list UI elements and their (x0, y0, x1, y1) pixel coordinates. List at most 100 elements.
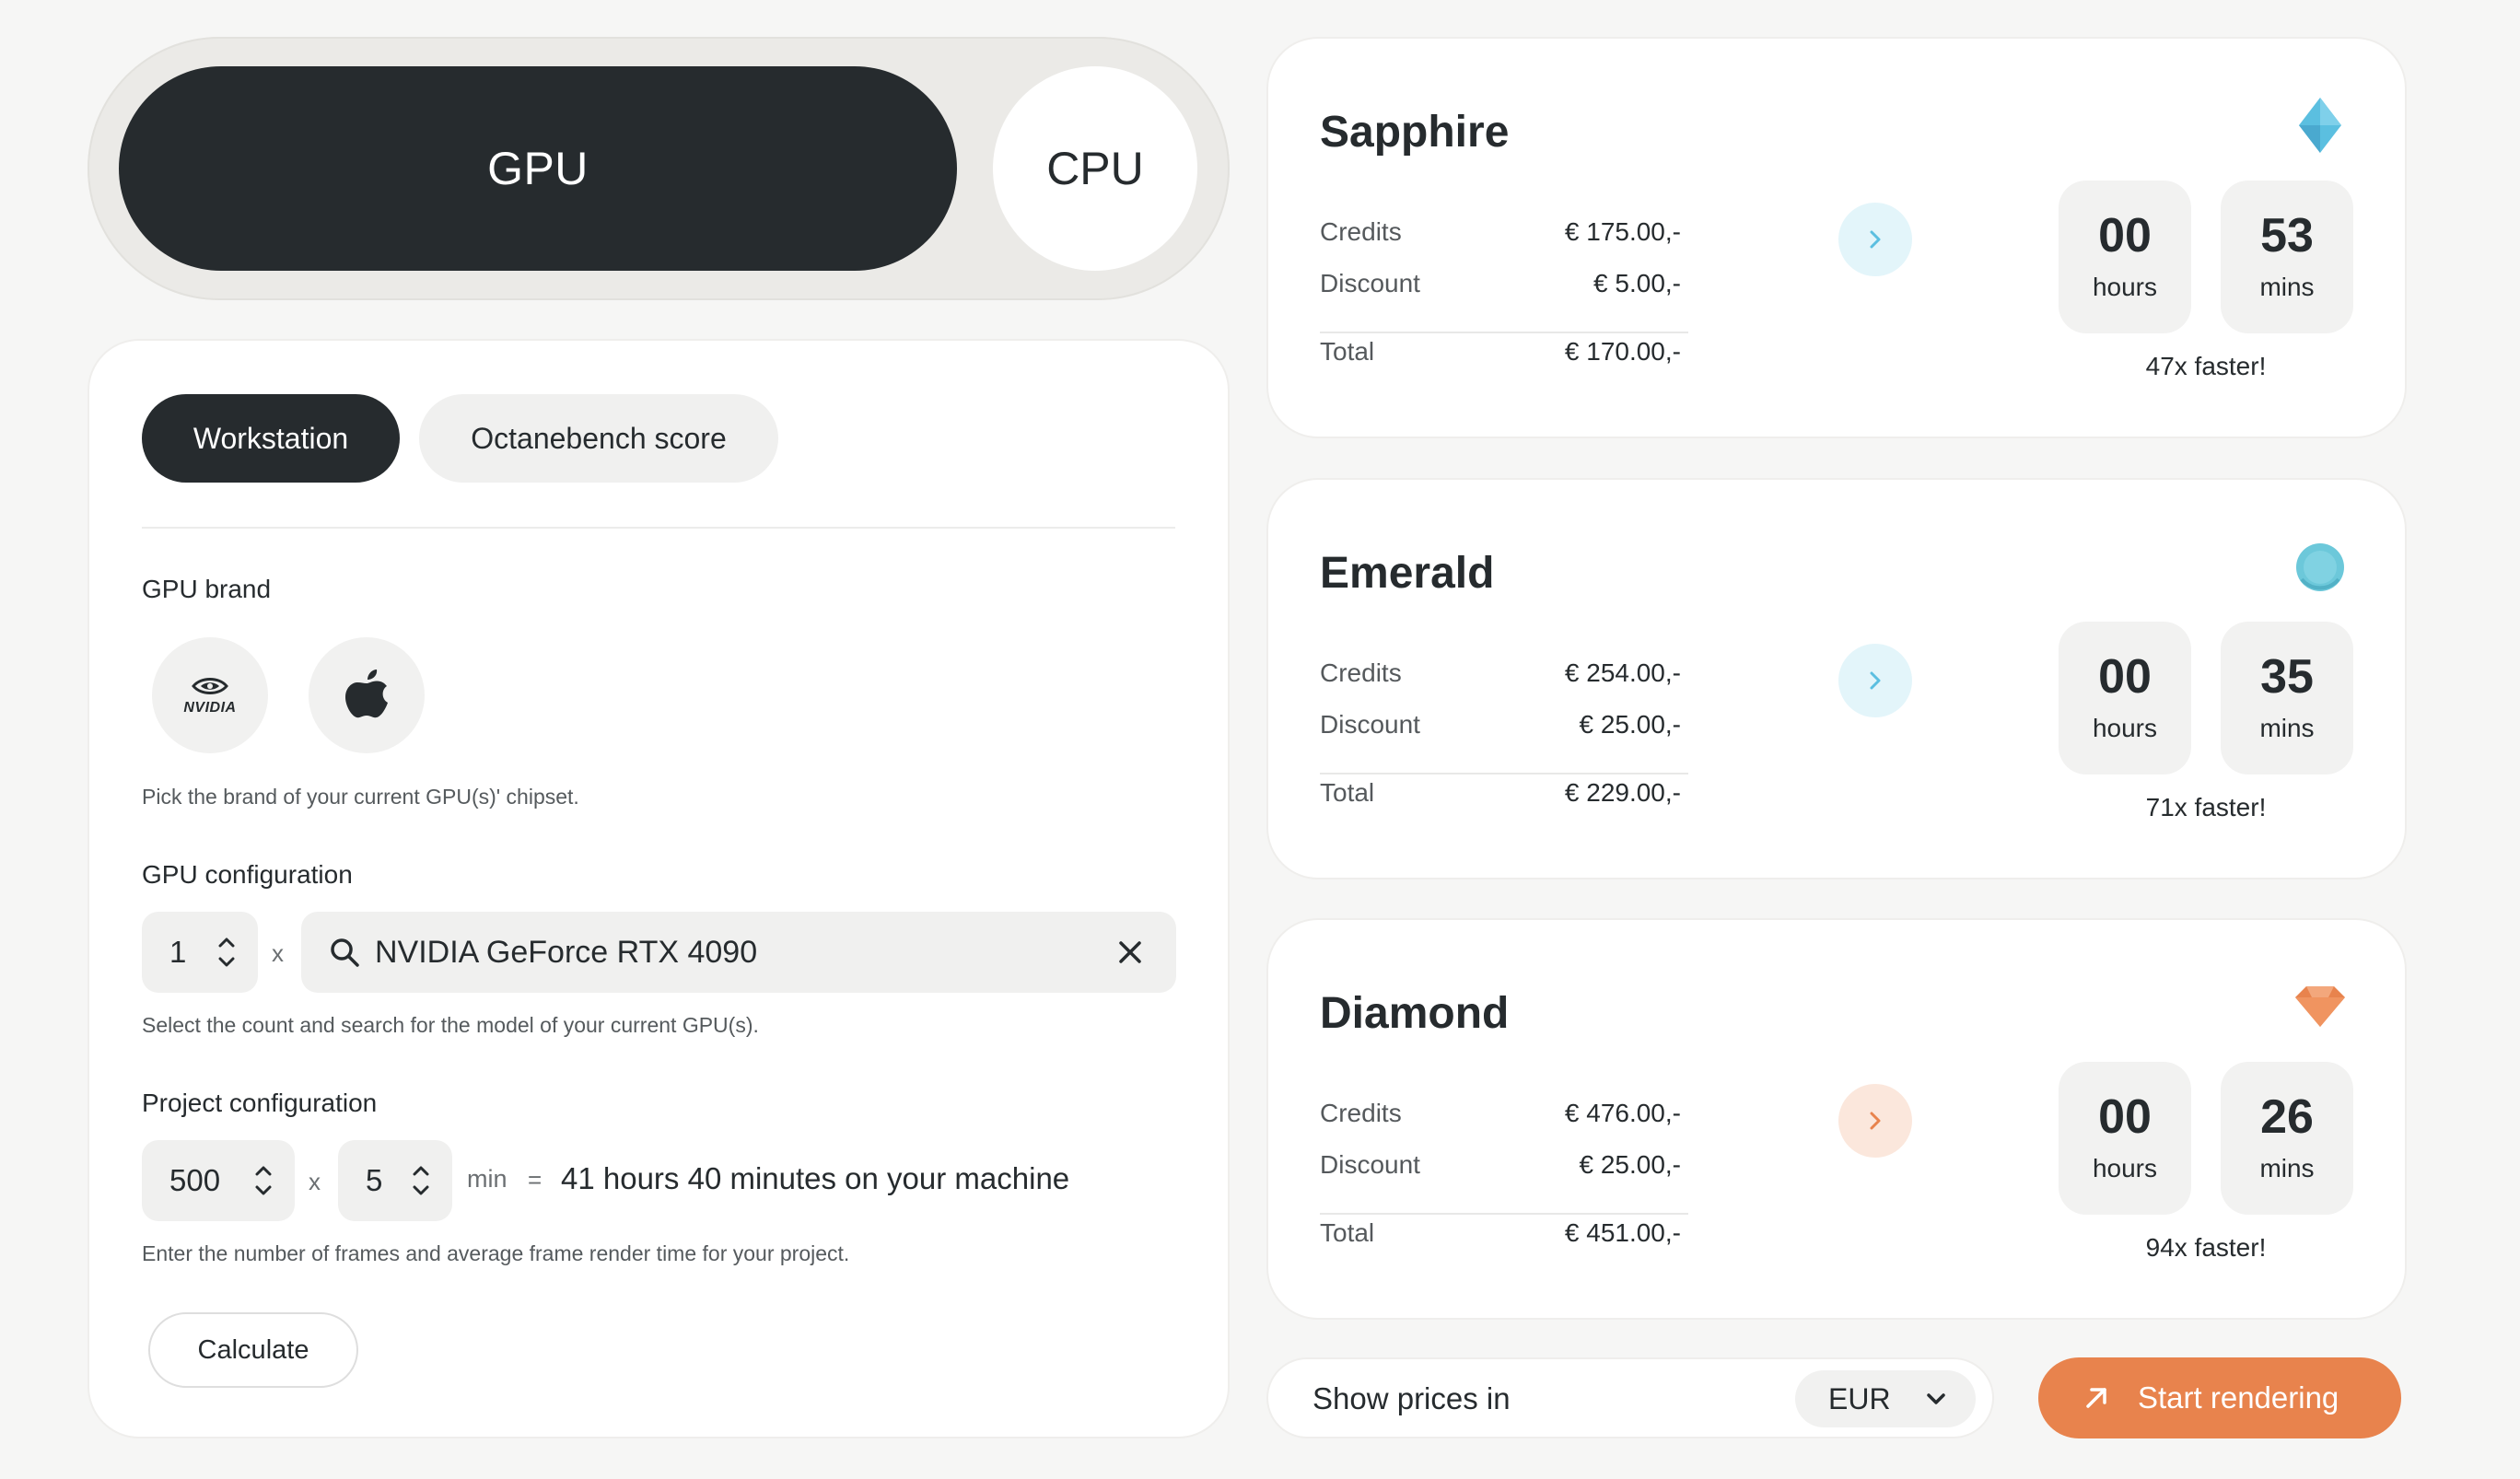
currency-select[interactable]: EUR (1795, 1370, 1976, 1427)
hours-label: hours (2092, 1154, 2158, 1182)
plan-name: Diamond (1320, 989, 1510, 1038)
total-value: € 451.00,- (1564, 1218, 1681, 1247)
credits-value: € 175.00,- (1564, 217, 1681, 246)
mins-value: 26 (2260, 1090, 2314, 1144)
credits-value: € 476.00,- (1564, 1099, 1681, 1127)
start-rendering-button[interactable]: Start rendering (2038, 1357, 2401, 1438)
project-configuration-hint: Enter the number of frames and average f… (142, 1241, 850, 1265)
plan-name: Emerald (1320, 549, 1495, 598)
mins-value: 35 (2260, 650, 2314, 704)
project-configuration-label: Project configuration (142, 1089, 378, 1117)
hours-value: 00 (2098, 650, 2152, 704)
multiply-sign: x (309, 1168, 321, 1195)
mins-value: 53 (2260, 209, 2314, 262)
credits-label: Credits (1320, 658, 1402, 687)
hours-value: 00 (2098, 209, 2152, 262)
gpu-model-search-input[interactable]: NVIDIA GeForce RTX 4090 (301, 912, 1176, 993)
plan-card-diamond: Diamond Credits € 476.00,- Discount € 25… (1266, 918, 2407, 1320)
divider (1320, 332, 1688, 333)
currency-value: EUR (1828, 1381, 1891, 1415)
gpu-configuration-hint: Select the count and search for the mode… (142, 1013, 759, 1037)
speedup-text: 94x faster! (2145, 1233, 2267, 1262)
gpu-toggle-button[interactable]: GPU (119, 66, 957, 271)
credits-label: Credits (1320, 1099, 1402, 1127)
frame-time-value: 5 (366, 1163, 383, 1197)
price-currency-bar: Show prices in EUR (1266, 1357, 1994, 1438)
frames-value: 500 (169, 1163, 221, 1197)
gpu-count-stepper[interactable]: 1 (142, 912, 258, 993)
hours-label: hours (2092, 273, 2158, 301)
hours-label: hours (2092, 714, 2158, 742)
divider (1320, 1213, 1688, 1215)
discount-label: Discount (1320, 269, 1420, 297)
discount-label: Discount (1320, 710, 1420, 739)
chevron-down-icon (1927, 1393, 1945, 1404)
show-prices-label: Show prices in (1312, 1381, 1511, 1415)
gpu-brand-label: GPU brand (142, 575, 272, 603)
calculate-button[interactable]: Calculate (148, 1312, 358, 1388)
select-plan-button[interactable] (1838, 203, 1912, 276)
gpu-model-value: NVIDIA GeForce RTX 4090 (375, 934, 758, 970)
mins-label: mins (2259, 714, 2315, 742)
search-icon (331, 938, 359, 967)
minutes-unit: min (467, 1165, 508, 1193)
apple-logo-icon (345, 670, 388, 718)
diamond-gem-icon (2295, 986, 2345, 1027)
speedup-text: 47x faster! (2145, 352, 2267, 380)
mins-label: mins (2259, 1154, 2315, 1182)
local-render-time-result: 41 hours 40 minutes on your machine (561, 1161, 1070, 1195)
mins-box: 53 mins (2221, 181, 2353, 333)
total-label: Total (1320, 1218, 1375, 1247)
cpu-toggle-button[interactable]: CPU (993, 66, 1197, 271)
discount-value: € 5.00,- (1593, 269, 1681, 297)
apple-brand-button[interactable] (309, 637, 425, 753)
stepper-arrows-icon[interactable] (252, 1157, 274, 1205)
total-value: € 229.00,- (1564, 778, 1681, 807)
total-label: Total (1320, 778, 1375, 807)
hours-box: 00 hours (2059, 181, 2191, 333)
total-label: Total (1320, 337, 1375, 366)
chevron-right-icon (1870, 671, 1881, 690)
tab-octanebench-score[interactable]: Octanebench score (419, 394, 778, 483)
select-plan-button[interactable] (1838, 1084, 1912, 1158)
arrow-up-right-icon (2086, 1388, 2106, 1408)
sapphire-gem-icon (2299, 98, 2341, 153)
nvidia-logo-icon (192, 678, 228, 694)
frame-time-stepper[interactable]: 5 (338, 1140, 452, 1221)
mins-label: mins (2259, 273, 2315, 301)
discount-label: Discount (1320, 1150, 1420, 1179)
configuration-card: Workstation Octanebench score GPU brand … (88, 339, 1230, 1438)
stepper-arrows-icon[interactable] (216, 928, 238, 976)
gpu-count-value: 1 (169, 935, 187, 969)
equals-sign: = (528, 1166, 542, 1194)
divider (1320, 773, 1688, 774)
credits-value: € 254.00,- (1564, 658, 1681, 687)
frames-stepper[interactable]: 500 (142, 1140, 295, 1221)
mins-box: 35 mins (2221, 622, 2353, 774)
nvidia-brand-button[interactable]: NVIDIA (152, 637, 268, 753)
hours-value: 00 (2098, 1090, 2152, 1144)
plan-name: Sapphire (1320, 108, 1510, 157)
select-plan-button[interactable] (1838, 644, 1912, 717)
multiply-sign: x (272, 939, 284, 967)
gpu-configuration-label: GPU configuration (142, 860, 353, 889)
tab-workstation[interactable]: Workstation (142, 394, 400, 483)
speedup-text: 71x faster! (2145, 793, 2267, 821)
device-toggle: GPU CPU (88, 37, 1230, 300)
mins-box: 26 mins (2221, 1062, 2353, 1215)
divider (142, 527, 1175, 529)
hours-box: 00 hours (2059, 622, 2191, 774)
clear-icon[interactable] (1114, 936, 1147, 969)
credits-label: Credits (1320, 217, 1402, 246)
discount-value: € 25.00,- (1579, 710, 1681, 739)
total-value: € 170.00,- (1564, 337, 1681, 366)
chevron-right-icon (1870, 230, 1881, 249)
emerald-gem-icon (2296, 543, 2344, 591)
nvidia-logo-text: NVIDIA (183, 700, 237, 716)
plan-card-sapphire: Sapphire Credits € 175.00,- Discount € 5… (1266, 37, 2407, 438)
start-rendering-label: Start rendering (2138, 1380, 2339, 1415)
gpu-brand-hint: Pick the brand of your current GPU(s)' c… (142, 785, 579, 809)
hours-box: 00 hours (2059, 1062, 2191, 1215)
stepper-arrows-icon[interactable] (410, 1157, 432, 1205)
discount-value: € 25.00,- (1579, 1150, 1681, 1179)
